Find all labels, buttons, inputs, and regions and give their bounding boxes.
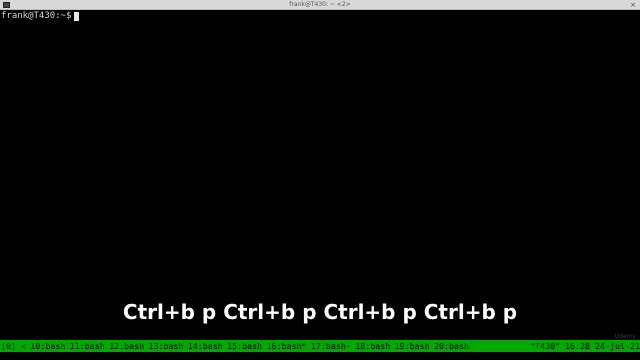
window-title: frank@T430: ~ <2> bbox=[289, 1, 351, 8]
watermark-text: Udemy bbox=[614, 333, 636, 340]
window-tab[interactable]: 11:bash bbox=[70, 340, 105, 352]
shell-prompt: frank@T430:~$ bbox=[1, 11, 72, 21]
close-button[interactable]: × bbox=[629, 1, 637, 9]
window-tab-active[interactable]: 16:bash* bbox=[267, 340, 307, 352]
bottom-strip bbox=[0, 352, 640, 360]
keystroke-caption: Ctrl+b p Ctrl+b p Ctrl+b p Ctrl+b p bbox=[122, 300, 518, 324]
window-tab[interactable]: 10:bash bbox=[30, 340, 65, 352]
window-tab[interactable]: 18:bash bbox=[355, 340, 390, 352]
tmux-status-bar: [0] < 10:bash 11:bash 12:bash 13:bash 14… bbox=[0, 340, 640, 352]
window-tab[interactable]: 12:bash bbox=[109, 340, 144, 352]
text-cursor bbox=[74, 12, 80, 21]
prompt-line: frank@T430:~$ bbox=[1, 11, 80, 22]
window-titlebar[interactable]: frank@T430: ~ <2> × bbox=[0, 0, 640, 10]
window-tab-last[interactable]: 17:bash- bbox=[311, 340, 351, 352]
window-tab[interactable]: 20:bash bbox=[434, 340, 469, 352]
window-tab[interactable]: 15:bash bbox=[227, 340, 262, 352]
window-tab[interactable]: 19:bash bbox=[395, 340, 430, 352]
window-tab[interactable]: 14:bash bbox=[188, 340, 223, 352]
window-tab[interactable]: 13:bash bbox=[148, 340, 183, 352]
session-indicator: [0] < bbox=[1, 341, 26, 351]
terminal-area[interactable]: frank@T430:~$ Ctrl+b p Ctrl+b p Ctrl+b p… bbox=[0, 10, 640, 340]
terminal-window: frank@T430: ~ <2> × frank@T430:~$ Ctrl+b… bbox=[0, 0, 640, 360]
status-right-host-clock: "T430" 16:28 24-jul-21 bbox=[530, 341, 640, 351]
